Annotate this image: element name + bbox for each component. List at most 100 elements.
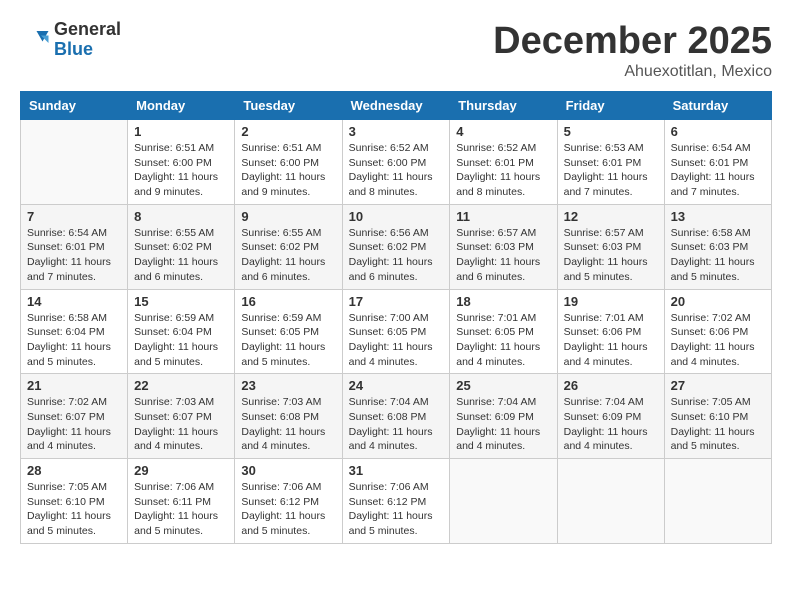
- day-info: Sunrise: 6:52 AM Sunset: 6:01 PM Dayligh…: [456, 141, 550, 200]
- day-number: 4: [456, 124, 550, 139]
- day-number: 11: [456, 209, 550, 224]
- day-info: Sunrise: 7:04 AM Sunset: 6:09 PM Dayligh…: [564, 395, 658, 454]
- calendar-cell: 3 Sunrise: 6:52 AM Sunset: 6:00 PM Daylig…: [342, 120, 450, 205]
- col-header-thursday: Thursday: [450, 92, 557, 120]
- title-area: December 2025 Ahuexotitlan, Mexico: [493, 20, 772, 81]
- day-number: 8: [134, 209, 228, 224]
- day-number: 13: [671, 209, 765, 224]
- day-number: 2: [241, 124, 335, 139]
- calendar-cell: 11 Sunrise: 6:57 AM Sunset: 6:03 PM Dayli…: [450, 204, 557, 289]
- day-number: 20: [671, 294, 765, 309]
- day-info: Sunrise: 7:04 AM Sunset: 6:08 PM Dayligh…: [349, 395, 444, 454]
- calendar-cell: 13Sunrise: 6:58 AM Sunset: 6:03 PM Dayli…: [664, 204, 771, 289]
- day-number: 21: [27, 378, 121, 393]
- calendar-cell: [664, 459, 771, 544]
- day-number: 1: [134, 124, 228, 139]
- col-header-sunday: Sunday: [21, 92, 128, 120]
- day-info: Sunrise: 7:03 AM Sunset: 6:07 PM Dayligh…: [134, 395, 228, 454]
- logo-general: General: [54, 20, 121, 40]
- day-info: Sunrise: 6:55 AM Sunset: 6:02 PM Dayligh…: [134, 226, 228, 285]
- calendar-cell: 15Sunrise: 6:59 AM Sunset: 6:04 PM Dayli…: [128, 289, 235, 374]
- page-header: General Blue December 2025 Ahuexotitlan,…: [20, 20, 772, 81]
- day-number: 10: [349, 209, 444, 224]
- day-info: Sunrise: 6:54 AM Sunset: 6:01 PM Dayligh…: [671, 141, 765, 200]
- day-number: 23: [241, 378, 335, 393]
- calendar-cell: [21, 120, 128, 205]
- calendar-cell: 10 Sunrise: 6:56 AM Sunset: 6:02 PM Dayli…: [342, 204, 450, 289]
- calendar-cell: 6 Sunrise: 6:54 AM Sunset: 6:01 PM Daylig…: [664, 120, 771, 205]
- calendar-cell: 20 Sunrise: 7:02 AM Sunset: 6:06 PM Dayli…: [664, 289, 771, 374]
- day-info: Sunrise: 6:57 AM Sunset: 6:03 PM Dayligh…: [564, 226, 658, 285]
- day-info: Sunrise: 7:03 AM Sunset: 6:08 PM Dayligh…: [241, 395, 335, 454]
- day-info: Sunrise: 6:58 AM Sunset: 6:04 PM Dayligh…: [27, 311, 121, 370]
- month-title: December 2025: [493, 20, 772, 63]
- day-number: 26: [564, 378, 658, 393]
- location: Ahuexotitlan, Mexico: [493, 63, 772, 81]
- calendar-cell: 9 Sunrise: 6:55 AM Sunset: 6:02 PM Daylig…: [235, 204, 342, 289]
- day-info: Sunrise: 6:59 AM Sunset: 6:04 PM Dayligh…: [134, 311, 228, 370]
- day-info: Sunrise: 6:51 AM Sunset: 6:00 PM Dayligh…: [134, 141, 228, 200]
- calendar-cell: 21 Sunrise: 7:02 AM Sunset: 6:07 PM Dayli…: [21, 374, 128, 459]
- day-info: Sunrise: 7:06 AM Sunset: 6:11 PM Dayligh…: [134, 480, 228, 539]
- day-info: Sunrise: 7:00 AM Sunset: 6:05 PM Dayligh…: [349, 311, 444, 370]
- calendar-cell: 16 Sunrise: 6:59 AM Sunset: 6:05 PM Dayli…: [235, 289, 342, 374]
- day-info: Sunrise: 7:01 AM Sunset: 6:05 PM Dayligh…: [456, 311, 550, 370]
- col-header-friday: Friday: [557, 92, 664, 120]
- calendar-cell: 18Sunrise: 7:01 AM Sunset: 6:05 PM Dayli…: [450, 289, 557, 374]
- day-number: 30: [241, 463, 335, 478]
- day-info: Sunrise: 7:04 AM Sunset: 6:09 PM Dayligh…: [456, 395, 550, 454]
- day-number: 5: [564, 124, 658, 139]
- day-number: 3: [349, 124, 444, 139]
- calendar-cell: 29 Sunrise: 7:06 AM Sunset: 6:11 PM Dayli…: [128, 459, 235, 544]
- day-info: Sunrise: 6:57 AM Sunset: 6:03 PM Dayligh…: [456, 226, 550, 285]
- col-header-monday: Monday: [128, 92, 235, 120]
- day-number: 6: [671, 124, 765, 139]
- day-number: 22: [134, 378, 228, 393]
- day-number: 29: [134, 463, 228, 478]
- calendar-cell: 25 Sunrise: 7:04 AM Sunset: 6:09 PM Dayli…: [450, 374, 557, 459]
- day-info: Sunrise: 6:51 AM Sunset: 6:00 PM Dayligh…: [241, 141, 335, 200]
- day-info: Sunrise: 7:01 AM Sunset: 6:06 PM Dayligh…: [564, 311, 658, 370]
- day-number: 7: [27, 209, 121, 224]
- calendar-cell: 8 Sunrise: 6:55 AM Sunset: 6:02 PM Daylig…: [128, 204, 235, 289]
- calendar-cell: 22 Sunrise: 7:03 AM Sunset: 6:07 PM Dayli…: [128, 374, 235, 459]
- day-info: Sunrise: 7:05 AM Sunset: 6:10 PM Dayligh…: [671, 395, 765, 454]
- day-info: Sunrise: 6:59 AM Sunset: 6:05 PM Dayligh…: [241, 311, 335, 370]
- col-header-wednesday: Wednesday: [342, 92, 450, 120]
- calendar-cell: [450, 459, 557, 544]
- day-number: 9: [241, 209, 335, 224]
- day-number: 16: [241, 294, 335, 309]
- calendar: SundayMondayTuesdayWednesdayThursdayFrid…: [20, 91, 772, 544]
- day-number: 25: [456, 378, 550, 393]
- logo-icon: [20, 25, 50, 55]
- day-info: Sunrise: 6:52 AM Sunset: 6:00 PM Dayligh…: [349, 141, 444, 200]
- day-number: 24: [349, 378, 444, 393]
- day-info: Sunrise: 6:53 AM Sunset: 6:01 PM Dayligh…: [564, 141, 658, 200]
- logo-blue: Blue: [54, 40, 121, 60]
- logo: General Blue: [20, 20, 121, 60]
- calendar-cell: 28Sunrise: 7:05 AM Sunset: 6:10 PM Dayli…: [21, 459, 128, 544]
- day-info: Sunrise: 7:02 AM Sunset: 6:06 PM Dayligh…: [671, 311, 765, 370]
- day-info: Sunrise: 6:55 AM Sunset: 6:02 PM Dayligh…: [241, 226, 335, 285]
- calendar-cell: 4 Sunrise: 6:52 AM Sunset: 6:01 PM Daylig…: [450, 120, 557, 205]
- day-number: 14: [27, 294, 121, 309]
- calendar-cell: 26 Sunrise: 7:04 AM Sunset: 6:09 PM Dayli…: [557, 374, 664, 459]
- day-info: Sunrise: 7:06 AM Sunset: 6:12 PM Dayligh…: [241, 480, 335, 539]
- day-number: 28: [27, 463, 121, 478]
- calendar-cell: 24 Sunrise: 7:04 AM Sunset: 6:08 PM Dayli…: [342, 374, 450, 459]
- calendar-cell: 27Sunrise: 7:05 AM Sunset: 6:10 PM Dayli…: [664, 374, 771, 459]
- day-number: 12: [564, 209, 658, 224]
- day-info: Sunrise: 6:54 AM Sunset: 6:01 PM Dayligh…: [27, 226, 121, 285]
- calendar-cell: 1 Sunrise: 6:51 AM Sunset: 6:00 PM Daylig…: [128, 120, 235, 205]
- calendar-cell: 17 Sunrise: 7:00 AM Sunset: 6:05 PM Dayli…: [342, 289, 450, 374]
- day-info: Sunrise: 7:06 AM Sunset: 6:12 PM Dayligh…: [349, 480, 444, 539]
- calendar-cell: 23 Sunrise: 7:03 AM Sunset: 6:08 PM Dayli…: [235, 374, 342, 459]
- calendar-cell: [557, 459, 664, 544]
- calendar-cell: 2 Sunrise: 6:51 AM Sunset: 6:00 PM Daylig…: [235, 120, 342, 205]
- calendar-cell: 7 Sunrise: 6:54 AM Sunset: 6:01 PM Daylig…: [21, 204, 128, 289]
- day-info: Sunrise: 6:56 AM Sunset: 6:02 PM Dayligh…: [349, 226, 444, 285]
- day-info: Sunrise: 7:02 AM Sunset: 6:07 PM Dayligh…: [27, 395, 121, 454]
- day-number: 17: [349, 294, 444, 309]
- calendar-cell: 12 Sunrise: 6:57 AM Sunset: 6:03 PM Dayli…: [557, 204, 664, 289]
- calendar-cell: 5 Sunrise: 6:53 AM Sunset: 6:01 PM Daylig…: [557, 120, 664, 205]
